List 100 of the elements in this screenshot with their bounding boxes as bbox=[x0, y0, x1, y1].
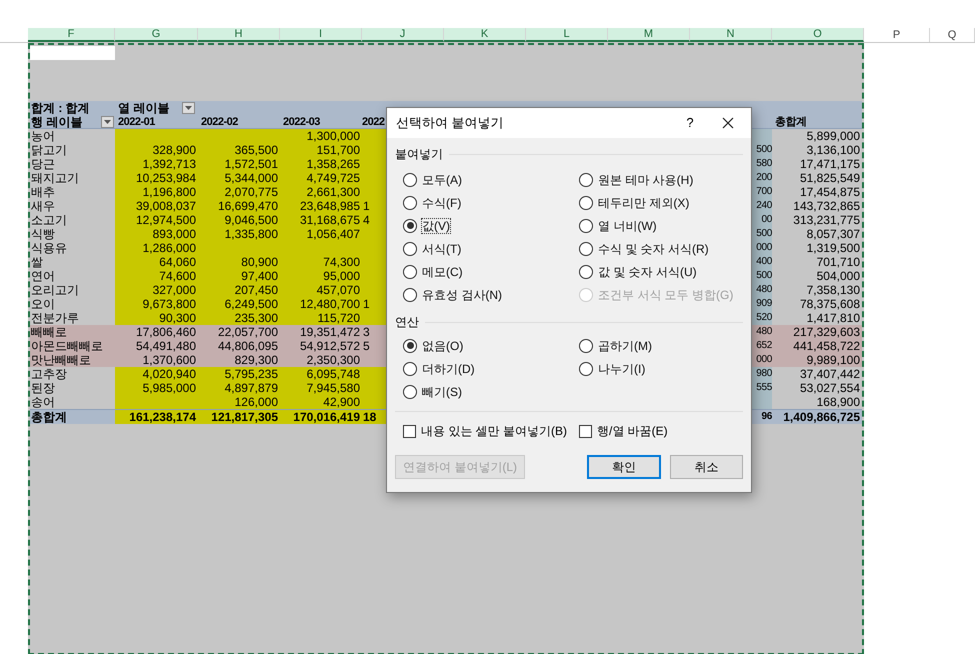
radio-option[interactable]: 나누기(I) bbox=[579, 357, 743, 380]
table-cell-text: 235,300 bbox=[234, 311, 279, 325]
table-cell: 480 bbox=[751, 325, 772, 339]
radio-option[interactable]: 테두리만 제외(X) bbox=[579, 191, 743, 214]
table-cell: 580 bbox=[751, 157, 772, 171]
table-cell: 500 bbox=[751, 227, 772, 241]
table-cell-text: 42,900 bbox=[322, 395, 361, 409]
column-heading: 2022-03 bbox=[283, 116, 320, 128]
help-button[interactable]: ? bbox=[675, 108, 705, 138]
column-header[interactable]: F bbox=[28, 28, 115, 42]
table-cell-text: 126,000 bbox=[234, 395, 279, 409]
table-cell-text: 1,196,800 bbox=[142, 185, 197, 199]
table-cell-text: 207,450 bbox=[234, 283, 279, 297]
table-cell-text: 95,000 bbox=[322, 269, 361, 283]
column-header[interactable]: O bbox=[772, 28, 864, 42]
column-heading: 총합계 bbox=[775, 116, 806, 128]
table-cell-text: 328,900 bbox=[152, 143, 197, 157]
table-cell: 555 bbox=[751, 381, 772, 395]
table-cell: 200 bbox=[751, 171, 772, 185]
table-cell-text: 7,945,580 bbox=[306, 381, 361, 395]
table-cell-text: 44,806,095 bbox=[216, 339, 279, 353]
dropdown-button[interactable] bbox=[101, 116, 114, 128]
dialog-button[interactable]: 취소 bbox=[670, 455, 743, 479]
table-cell-text: 23,648,985 bbox=[298, 199, 361, 213]
table-cell-text: 4,749,725 bbox=[306, 171, 361, 185]
table-cell-text: 74,600 bbox=[158, 269, 197, 283]
radio-option[interactable]: 더하기(D) bbox=[403, 357, 579, 380]
table-cell-text: 22,057,700 bbox=[216, 325, 279, 339]
group-label: 붙여넣기 bbox=[395, 147, 443, 161]
radio-option[interactable]: 값(V) bbox=[403, 214, 579, 237]
radio-option[interactable]: 유효성 검사(N) bbox=[403, 283, 579, 306]
dropdown-button[interactable] bbox=[182, 102, 196, 114]
table-cell: 480 bbox=[751, 283, 772, 297]
column-heading: 2022 bbox=[362, 116, 384, 128]
table-cell-text: 1,392,713 bbox=[142, 157, 197, 171]
table-cell-text: 18 bbox=[362, 410, 378, 424]
table-cell: 700 bbox=[751, 185, 772, 199]
radio-option[interactable]: 원본 테마 사용(H) bbox=[579, 168, 743, 191]
table-cell-text: 1,300,000 bbox=[306, 129, 361, 143]
radio-option[interactable]: 메모(C) bbox=[403, 260, 579, 283]
table-cell-text: 9,046,500 bbox=[224, 213, 279, 227]
checkbox-option[interactable]: 행/열 바꿈(E) bbox=[579, 420, 668, 442]
table-cell-text: 1,286,000 bbox=[142, 241, 197, 255]
column-header[interactable]: K bbox=[444, 28, 526, 42]
table-cell-text: 54,912,572 bbox=[298, 339, 361, 353]
radio-option[interactable]: 서식(T) bbox=[403, 237, 579, 260]
column-header[interactable]: I bbox=[280, 28, 362, 42]
table-cell: 아몬드빼빼로 bbox=[30, 339, 115, 353]
column-header[interactable]: H bbox=[198, 28, 280, 42]
radio-option[interactable]: 곱하기(M) bbox=[579, 334, 743, 357]
table-cell-text: 4,897,879 bbox=[224, 381, 279, 395]
radio-option[interactable]: 모두(A) bbox=[403, 168, 579, 191]
table-cell: 96 bbox=[751, 410, 772, 424]
column-header[interactable]: J bbox=[362, 28, 444, 42]
table-cell: 열 레이블 bbox=[118, 101, 170, 115]
table-cell-text: 16,699,470 bbox=[216, 199, 279, 213]
table-cell-text: 12,974,500 bbox=[134, 213, 197, 227]
table-cell: 행 레이블 bbox=[31, 114, 82, 128]
table-cell-text: 2,661,300 bbox=[306, 185, 361, 199]
table-cell-text: 10,253,984 bbox=[134, 171, 197, 185]
table-cell: 217,329,603 bbox=[772, 325, 862, 339]
table-cell-text: 327,000 bbox=[152, 283, 197, 297]
close-icon bbox=[722, 117, 734, 129]
radio-option[interactable]: 빼기(S) bbox=[403, 380, 579, 403]
table-cell: 909 bbox=[751, 297, 772, 311]
caret-icon bbox=[104, 120, 111, 124]
table-cell-text: 74,300 bbox=[322, 255, 361, 269]
radio-option[interactable]: 열 너비(W) bbox=[579, 214, 743, 237]
group-label: 연산 bbox=[395, 315, 419, 329]
checkbox-option[interactable]: 내용 있는 셀만 붙여넣기(B) bbox=[403, 420, 567, 442]
table-cell: 000 bbox=[751, 353, 772, 367]
radio-option[interactable]: 수식 및 숫자 서식(R) bbox=[579, 237, 743, 260]
table-cell-text: 17,806,460 bbox=[134, 325, 197, 339]
table-cell-text: 9,673,800 bbox=[142, 297, 197, 311]
radio-option[interactable]: 없음(O) bbox=[403, 334, 579, 357]
table-cell-text: 121,817,305 bbox=[210, 410, 279, 424]
table-cell-text: 151,700 bbox=[316, 143, 361, 157]
window-title: 선택하여 붙여넣기 bbox=[396, 116, 505, 130]
column-header[interactable]: G bbox=[115, 28, 198, 42]
radio-option[interactable]: 값 및 숫자 서식(U) bbox=[579, 260, 743, 283]
table-cell-text: 365,500 bbox=[234, 143, 279, 157]
column-header[interactable]: N bbox=[690, 28, 772, 42]
table-cell-text: 1 bbox=[362, 297, 371, 311]
table-cell-text: 39,008,037 bbox=[134, 199, 197, 213]
table-cell: 총합계 bbox=[30, 410, 115, 424]
table-cell-text: 4 bbox=[362, 213, 371, 227]
column-header[interactable]: M bbox=[608, 28, 690, 42]
table-cell-text: 1,572,501 bbox=[224, 157, 279, 171]
table-cell: 1,409,866,725 bbox=[772, 410, 862, 424]
table-cell-text: 5,795,235 bbox=[224, 367, 279, 381]
table-cell-text: 3 bbox=[362, 325, 371, 339]
dialog-button[interactable]: 확인 bbox=[587, 455, 661, 479]
radio-option[interactable]: 수식(F) bbox=[403, 191, 579, 214]
column-header[interactable]: L bbox=[526, 28, 608, 42]
table-cell-text: 31,168,675 bbox=[298, 213, 361, 227]
table-cell-text: 1 bbox=[362, 199, 371, 213]
column-heading: 2022-01 bbox=[118, 116, 155, 128]
table-cell-text: 5 bbox=[362, 339, 371, 353]
table-cell-text: 893,000 bbox=[152, 227, 197, 241]
table-cell-text: 12,480,700 bbox=[298, 297, 361, 311]
